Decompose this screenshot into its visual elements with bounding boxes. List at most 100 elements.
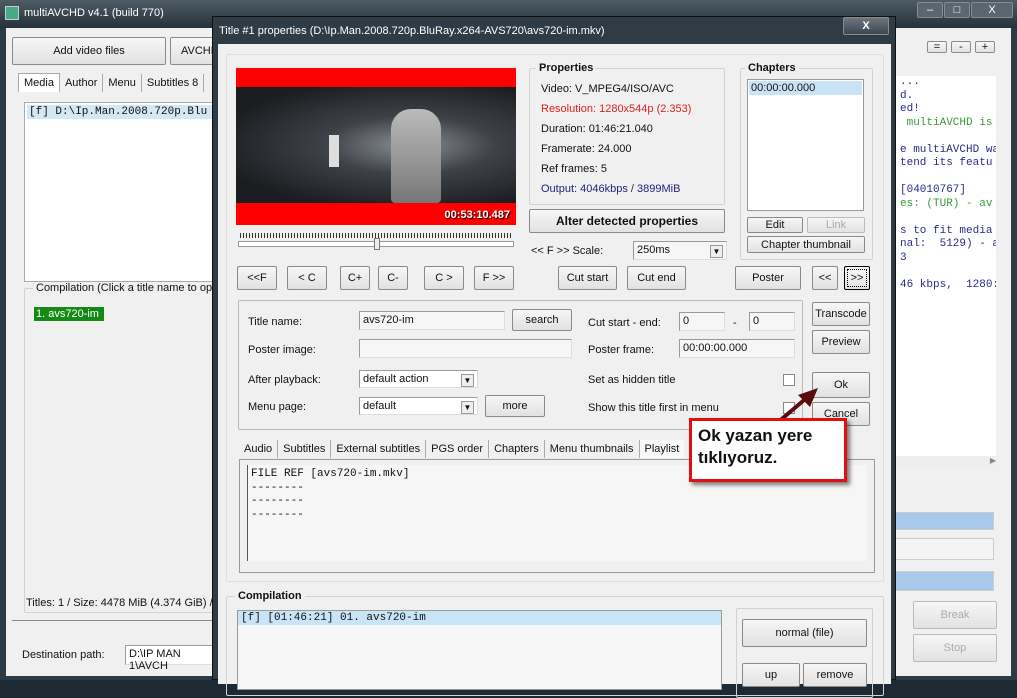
compilation-list[interactable]: [f] [01:46:21] 01. avs720-im	[237, 610, 722, 690]
log-line: s to fit media	[900, 224, 993, 237]
prev-chapter-button[interactable]: < C	[287, 266, 327, 290]
seek-thumb[interactable]	[374, 238, 380, 250]
chapter-item[interactable]: 00:00:00.000	[749, 81, 862, 95]
compilation-group: Compilation (Click a title name to ope 1…	[24, 282, 244, 613]
log-line: ed!	[900, 103, 920, 115]
tab-audio[interactable]: Audio	[239, 440, 279, 458]
normal-file-button[interactable]: normal (file)	[742, 619, 867, 647]
log-line: tend its featu	[900, 157, 993, 169]
up-button[interactable]: up	[742, 663, 800, 687]
poster-frame-input[interactable]: 00:00:00.000	[679, 339, 795, 358]
poster-button[interactable]: Poster	[735, 266, 801, 290]
media-item[interactable]: [f] D:\Ip.Man.2008.720p.Blu	[27, 105, 221, 119]
tab-subtitles[interactable]: Subtitles 8	[142, 74, 205, 92]
show-first-label: Show this title first in menu	[588, 402, 719, 414]
menu-page-select[interactable]: default ▼	[359, 397, 478, 415]
media-list[interactable]: [f] D:\Ip.Man.2008.720p.Blu	[24, 102, 224, 282]
chapter-thumbnail-button[interactable]: Chapter thumbnail	[747, 236, 865, 253]
add-video-files-button[interactable]: Add video files	[12, 37, 166, 65]
more-button[interactable]: more	[485, 395, 545, 417]
hidden-title-label: Set as hidden title	[588, 374, 676, 386]
scale-select[interactable]: 250ms ▼	[633, 241, 727, 260]
close-main-button[interactable]: X	[971, 2, 1013, 18]
prop-output: Output: 4046kbps / 3899MiB	[541, 183, 681, 195]
tab-author[interactable]: Author	[60, 74, 104, 92]
next-chapter-button[interactable]: C >	[424, 266, 464, 290]
log-line: d.	[900, 89, 914, 102]
cut-end-button[interactable]: Cut end	[627, 266, 686, 290]
transcode-button[interactable]: Transcode	[812, 302, 870, 326]
add-chapter-button[interactable]: C+	[340, 266, 370, 290]
title-properties-dialog: Title #1 properties (D:\Ip.Man.2008.720p…	[212, 16, 896, 698]
prop-duration: Duration: 01:46:21.040	[541, 123, 653, 135]
prop-framerate: Framerate: 24.000	[541, 143, 632, 155]
progress-bar-1	[886, 512, 994, 530]
progress-bar-2	[886, 538, 994, 560]
log-line: e multiAVCHD wa	[900, 143, 996, 156]
zoom-minus-button[interactable]: -	[951, 41, 971, 53]
seek-slider[interactable]	[238, 238, 514, 250]
title-tabs: Audio Subtitles External subtitles PGS orde…	[239, 440, 685, 458]
tab-media[interactable]: Media	[18, 73, 60, 92]
dialog-close-button[interactable]: X	[843, 17, 889, 35]
link-chapter-button[interactable]: Link	[807, 217, 865, 233]
next-frame-button[interactable]: F >>	[474, 266, 514, 290]
poster-frame-label: Poster frame:	[588, 344, 655, 356]
chevron-down-icon[interactable]: ▼	[710, 245, 723, 258]
after-playback-select[interactable]: default action ▼	[359, 370, 478, 388]
break-button[interactable]: Break	[913, 601, 997, 629]
chevron-down-icon[interactable]: ▼	[461, 374, 474, 387]
log-scrollbar[interactable]: ▶	[886, 456, 996, 468]
main-title: multiAVCHD v4.1 (build 770)	[24, 7, 164, 19]
log-line: [04010767]	[900, 184, 967, 196]
alter-properties-button[interactable]: Alter detected properties	[529, 209, 725, 233]
cut-dash: -	[733, 317, 737, 329]
chevron-down-icon[interactable]: ▼	[461, 401, 474, 414]
log-line: nal: 5129) - a	[900, 238, 996, 250]
zoom-plus-button[interactable]: +	[975, 41, 995, 53]
tab-menu-thumbnails[interactable]: Menu thumbnails	[545, 440, 640, 458]
video-preview: 00:53:10.487	[236, 68, 516, 225]
zoom-equal-button[interactable]: =	[927, 41, 947, 53]
tab-chapters[interactable]: Chapters	[489, 440, 545, 458]
stop-button[interactable]: Stop	[913, 634, 997, 662]
tab-external-subtitles[interactable]: External subtitles	[331, 440, 427, 458]
cut-start-input[interactable]: 0	[679, 312, 725, 331]
prop-ref-frames: Ref frames: 5	[541, 163, 608, 175]
preview-button[interactable]: Preview	[812, 330, 870, 354]
edit-chapter-button[interactable]: Edit	[747, 217, 803, 233]
log-panel: ... d. ed! multiAVCHD is e multiAVCHD wa te…	[886, 76, 996, 456]
remove-button[interactable]: remove	[803, 663, 867, 687]
maximize-button[interactable]: □	[944, 2, 970, 18]
app-icon	[5, 6, 19, 20]
cut-start-button[interactable]: Cut start	[558, 266, 617, 290]
prev-frame-button[interactable]: <<F	[237, 266, 277, 290]
annotation-line-1: Ok yazan yere	[698, 426, 813, 445]
after-playback-label: After playback:	[248, 374, 321, 386]
tab-subtitles[interactable]: Subtitles	[278, 440, 332, 458]
compilation-item[interactable]: [f] [01:46:21] 01. avs720-im	[238, 611, 721, 625]
poster-image-label: Poster image:	[248, 344, 316, 356]
log-line: multiAVCHD is	[900, 116, 993, 129]
tab-menu[interactable]: Menu	[103, 74, 142, 92]
progress-bar-3	[886, 571, 994, 591]
minimize-button[interactable]: –	[917, 2, 943, 18]
compilation-item[interactable]: 1. avs720-im	[34, 307, 104, 321]
title-name-input[interactable]: avs720-im	[359, 311, 505, 330]
destination-input[interactable]: D:\IP MAN 1\AVCH	[125, 645, 225, 672]
tab-playlist[interactable]: Playlist	[639, 440, 685, 458]
search-button[interactable]: search	[512, 309, 572, 331]
chapters-list[interactable]: 00:00:00.000	[747, 79, 864, 211]
prop-video: Video: V_MPEG4/ISO/AVC	[541, 83, 674, 95]
prev-title-button[interactable]: <<	[812, 266, 838, 290]
remove-chapter-button[interactable]: C-	[378, 266, 408, 290]
poster-image-input[interactable]	[359, 339, 572, 358]
log-line: 46 kbps, 1280:	[900, 278, 996, 291]
cut-end-input[interactable]: 0	[749, 312, 795, 331]
next-title-button[interactable]: >>	[844, 266, 870, 290]
divider	[12, 620, 222, 621]
tab-pgs-order[interactable]: PGS order	[426, 440, 490, 458]
window-light	[329, 135, 339, 167]
properties-group: Properties Video: V_MPEG4/ISO/AVC Resolu…	[529, 62, 725, 205]
